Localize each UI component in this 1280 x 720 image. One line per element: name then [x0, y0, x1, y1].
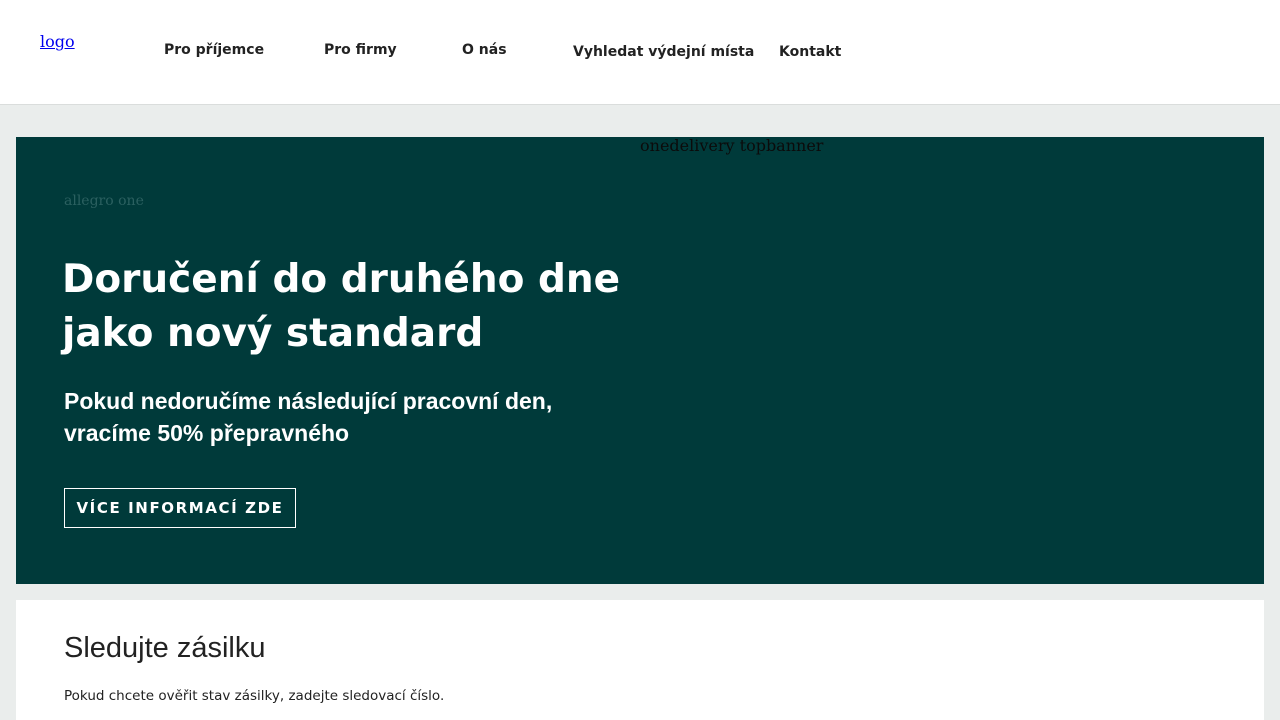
nav-item-recipients[interactable]: Pro příjemce [164, 42, 264, 58]
top-banner: onedelivery topbanner allegro one Doruče… [16, 137, 1264, 584]
tracking-title: Sledujte zásilku [64, 632, 266, 664]
banner-title: Doručení do druhého dne jako nový standa… [62, 257, 621, 356]
nav-item-about[interactable]: O nás [462, 42, 507, 58]
nav-item-companies[interactable]: Pro firmy [324, 42, 397, 58]
more-info-button[interactable]: VÍCE INFORMACÍ ZDE [64, 488, 296, 528]
logo-link[interactable]: logo [40, 32, 75, 51]
banner-subtitle: Pokud nedoručíme následující pracovní de… [64, 388, 553, 446]
nav-item-contact[interactable]: Kontakt [779, 44, 841, 60]
tracking-description: Pokud chcete ověřit stav zásilky, zadejt… [64, 688, 445, 704]
site-header: logo Pro příjemce Pro firmy O nás Vyhled… [0, 0, 1280, 105]
allegro-one-logo: allegro one [64, 193, 144, 209]
banner-image: onedelivery topbanner [640, 136, 824, 155]
nav-item-pickup-points[interactable]: Vyhledat výdejní místa [573, 44, 754, 60]
tracking-section: Sledujte zásilku Pokud chcete ověřit sta… [16, 600, 1264, 720]
